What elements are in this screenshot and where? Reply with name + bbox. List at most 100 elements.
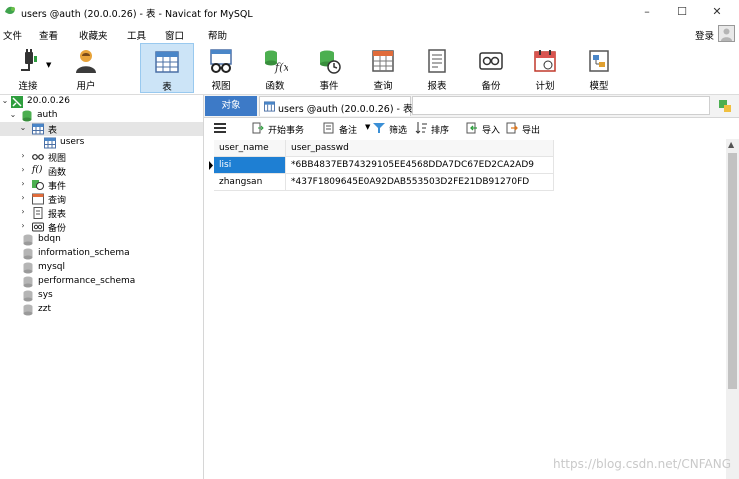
toolbar-schedule-button[interactable]: 计划 — [518, 43, 572, 93]
toolbar-view-button[interactable]: 视图 — [194, 43, 248, 93]
connection-icon — [11, 96, 23, 108]
tree-reports-label: 报表 — [48, 210, 67, 220]
tree-database-bdqn[interactable]: bdqn — [0, 233, 203, 247]
close-button[interactable]: ✕ — [706, 3, 728, 21]
filter-button[interactable]: 筛选 — [373, 122, 407, 136]
tree-views-label: 视图 — [48, 154, 67, 164]
import-button[interactable]: 导入 — [466, 122, 500, 136]
chevron-right-icon[interactable]: › — [19, 221, 27, 230]
tree-views-folder[interactable]: › 视图 — [0, 150, 203, 164]
sort-icon — [415, 122, 427, 134]
menu-window[interactable]: 窗口 — [165, 28, 184, 42]
chevron-right-icon[interactable]: › — [19, 207, 27, 216]
toolbar-query-label: 查询 — [373, 81, 393, 92]
toolbar-connection-button[interactable]: ▼ 连接 — [1, 43, 55, 93]
database-icon — [23, 304, 33, 316]
tree-database-zzt[interactable]: zzt — [0, 303, 203, 317]
tab-search-field[interactable] — [412, 96, 710, 115]
scroll-up-icon[interactable]: ▲ — [728, 140, 734, 149]
import-label: 导入 — [482, 126, 501, 136]
begin-transaction-button[interactable]: 开始事务 — [252, 122, 304, 136]
export-icon — [506, 122, 518, 134]
tree-database-mysql[interactable]: mysql — [0, 261, 203, 275]
function-icon: f(x) — [265, 50, 288, 74]
tab-objects[interactable]: 对象 — [205, 96, 257, 116]
tree-connection[interactable]: ⌄ 20.0.0.26 — [0, 95, 203, 109]
tree-backups-folder[interactable]: › 备份 — [0, 220, 203, 234]
tree-events-folder[interactable]: › 事件 — [0, 178, 203, 192]
tree-table-users-label: users — [60, 137, 85, 147]
tree-database-performance-schema[interactable]: performance_schema — [0, 275, 203, 289]
column-header-user-name[interactable]: user_name — [214, 140, 286, 157]
note-button[interactable]: 备注 ▼ — [323, 122, 370, 136]
scrollbar-thumb[interactable] — [728, 153, 737, 389]
toolbar-connection-label: 连接 — [18, 81, 38, 92]
svg-text:f(x): f(x) — [274, 61, 288, 74]
tree-reports-folder[interactable]: › 报表 — [0, 206, 203, 220]
database-icon — [23, 248, 33, 260]
chevron-right-icon[interactable]: › — [19, 165, 27, 174]
table-cell[interactable]: lisi — [214, 157, 286, 174]
toolbar-report-button[interactable]: 报表 — [410, 43, 464, 93]
tree-functions-label: 函数 — [48, 168, 67, 178]
chevron-down-icon[interactable]: ▼ — [365, 123, 370, 131]
menu-view[interactable]: 查看 — [39, 28, 58, 42]
new-tab-icon[interactable] — [717, 98, 733, 114]
toolbar-model-label: 模型 — [589, 81, 609, 92]
maximize-button[interactable]: ☐ — [671, 3, 693, 21]
avatar[interactable] — [718, 25, 735, 42]
filter-icon — [373, 123, 385, 133]
database-icon — [23, 290, 33, 302]
menu-favorites[interactable]: 收藏夹 — [79, 28, 108, 42]
table-icon — [44, 137, 56, 149]
toolbar-function-button[interactable]: f(x) 函数 — [248, 43, 302, 93]
main-toolbar: ▼ 连接 用户 表 视图 f(函数 事件 查询 报表 备份 计划 模型 — [0, 43, 739, 95]
chevron-down-icon[interactable]: ⌄ — [9, 110, 17, 119]
chevron-down-icon[interactable]: ⌄ — [19, 123, 27, 132]
chevron-down-icon[interactable]: ▼ — [46, 61, 51, 69]
chevron-down-icon[interactable]: ⌄ — [1, 96, 9, 105]
chevron-right-icon[interactable]: › — [19, 179, 27, 188]
tree-queries-folder[interactable]: › 查询 — [0, 192, 203, 206]
menu-help[interactable]: 帮助 — [208, 28, 227, 42]
plug-icon — [21, 49, 37, 71]
tree-database-label: information_schema — [38, 248, 130, 258]
menu-file[interactable]: 文件 — [3, 28, 22, 42]
toolbar-backup-button[interactable]: 备份 — [464, 43, 518, 93]
chevron-right-icon[interactable]: › — [19, 193, 27, 202]
tree-queries-label: 查询 — [48, 196, 67, 206]
toolbar-query-button[interactable]: 查询 — [356, 43, 410, 93]
table-toolbar: 开始事务 备注 ▼ 筛选 排序 导入 导出 — [204, 118, 739, 140]
tree-database-sys[interactable]: sys — [0, 289, 203, 303]
tree-table-users[interactable]: users — [0, 136, 203, 150]
tree-database-information-schema[interactable]: information_schema — [0, 247, 203, 261]
tree-database-label: auth — [37, 110, 58, 120]
tree-database-auth[interactable]: ⌄ auth — [0, 109, 203, 123]
menu-icon[interactable] — [214, 122, 226, 136]
table-icon — [32, 123, 44, 135]
minimize-button[interactable]: – — [636, 3, 658, 21]
backup-icon — [479, 52, 503, 70]
toolbar-table-button[interactable]: 表 — [140, 43, 194, 93]
toolbar-user-button[interactable]: 用户 — [59, 43, 113, 93]
vertical-scrollbar[interactable]: ▲ — [726, 139, 739, 479]
tree-tables-folder[interactable]: ⌄ 表 — [0, 122, 203, 136]
sort-button[interactable]: 排序 — [415, 122, 449, 136]
toolbar-model-button[interactable]: 模型 — [572, 43, 626, 93]
event-icon — [32, 180, 44, 190]
toolbar-event-button[interactable]: 事件 — [302, 43, 356, 93]
tab-users-table[interactable]: users @auth (20.0.0.26) - 表 — [259, 96, 413, 116]
tree-events-label: 事件 — [48, 182, 67, 192]
chevron-right-icon[interactable]: › — [19, 151, 27, 160]
table-cell[interactable]: zhangsan — [214, 174, 286, 191]
column-header-user-passwd[interactable]: user_passwd — [286, 140, 554, 157]
menu-tools[interactable]: 工具 — [127, 28, 146, 42]
tree-database-label: bdqn — [38, 234, 61, 244]
tree-functions-folder[interactable]: › f() 函数 — [0, 164, 203, 178]
content-pane: 对象 users @auth (20.0.0.26) - 表 开始事务 备注 ▼ — [204, 95, 739, 479]
export-button[interactable]: 导出 — [506, 122, 540, 136]
login-link[interactable]: 登录 — [695, 28, 714, 42]
table-cell[interactable]: *6BB4837EB74329105EE4568DDA7DC67ED2CA2AD… — [286, 157, 554, 174]
query-icon — [372, 50, 394, 72]
table-cell[interactable]: *437F1809645E0A92DAB553503D2FE21DB91270F… — [286, 174, 554, 191]
